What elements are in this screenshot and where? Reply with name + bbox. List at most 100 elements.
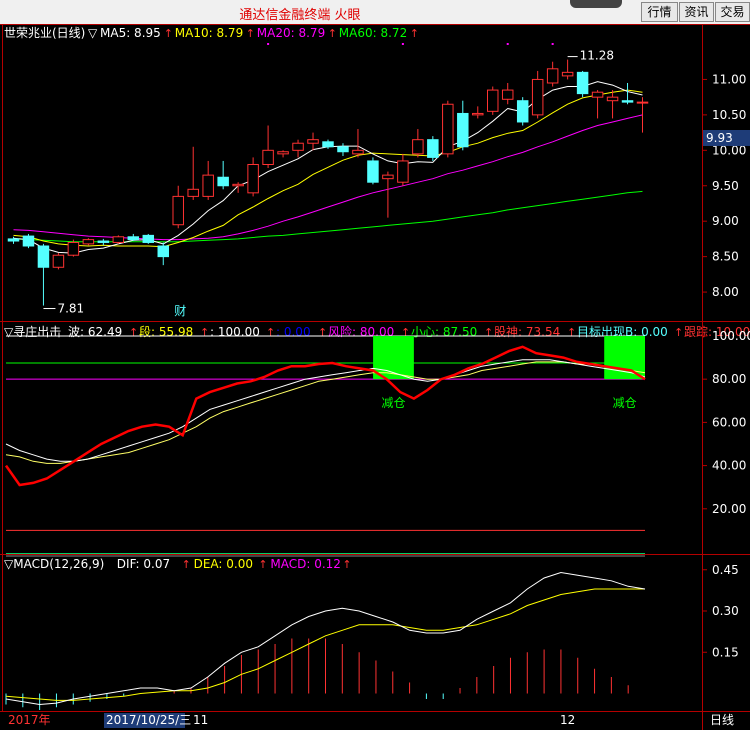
candle-body-down <box>322 141 334 148</box>
candle <box>472 106 484 119</box>
low-price-marker: 7.81 <box>57 302 84 316</box>
candle <box>397 153 409 186</box>
candle-body-up <box>247 163 259 194</box>
candle-body-up <box>412 139 424 155</box>
quotes-button[interactable]: 行情 <box>641 2 678 22</box>
indicator-label-3: : 100.00 <box>210 325 260 339</box>
indicator-label-7: 股神: 73.54 <box>494 325 560 339</box>
candle <box>501 82 514 105</box>
ma-label-2: MA20: 8.79 <box>257 26 325 40</box>
candle <box>247 157 259 197</box>
price-tick-label-3: 9.50 <box>712 179 739 193</box>
candle <box>112 235 125 244</box>
current-price-tag: 9.93 <box>703 130 750 146</box>
candle-body-down <box>97 240 110 243</box>
trade-button[interactable]: 交易 <box>715 2 750 22</box>
month-12-label: 12 <box>560 713 575 727</box>
current-price-text: 9.93 <box>706 131 733 145</box>
price-tick-label-5: 8.50 <box>712 250 739 264</box>
stock-chart[interactable]: 世荣兆业(日线) ▽ MA5: 8.95 ↑ MA10: 8.79 ↑ MA20: 8.… <box>0 24 750 730</box>
candle <box>457 100 469 151</box>
earnings-event-marker[interactable]: 财 <box>174 304 186 318</box>
candle <box>277 150 289 158</box>
candle <box>7 236 20 244</box>
indicator-tick-label-4: 20.00 <box>712 502 746 516</box>
news-button[interactable]: 资讯 <box>679 2 714 22</box>
candle <box>546 61 559 87</box>
candle <box>516 97 529 126</box>
macd-tick-label-0: 0.45 <box>712 563 739 577</box>
candle <box>37 243 50 306</box>
candle-body-down <box>367 160 379 183</box>
candle <box>232 182 244 193</box>
candle-body-up <box>262 149 274 165</box>
candle-body-up <box>397 160 409 183</box>
candle-body-up <box>561 71 574 77</box>
indicator-tick-label-0: 100.00 <box>712 329 750 343</box>
event-dot <box>401 43 404 45</box>
window-title: 通达信金融终端 火眼 <box>239 8 361 23</box>
candle-body-down <box>157 245 169 258</box>
candle <box>217 160 229 190</box>
indicator-label-1: 波: 62.49 <box>68 325 122 339</box>
period-label[interactable]: 日线 <box>710 713 734 727</box>
ma-arrow-icon: ↑ <box>328 27 337 40</box>
event-dot <box>267 43 270 45</box>
candle-body-down <box>127 236 140 241</box>
year-label: 2017年 <box>8 713 51 727</box>
candle <box>157 242 169 266</box>
candle-body-up <box>187 188 199 197</box>
candle <box>531 70 544 119</box>
reduce-position-label-0: 减仓 <box>381 396 405 410</box>
indicator-white-line <box>5 359 646 462</box>
stock-name-label: 世荣兆业(日线) <box>4 26 85 40</box>
candle-body-up <box>52 254 65 268</box>
macd-label-2: DEA: 0.00 <box>194 557 253 571</box>
window-drag-handle[interactable] <box>570 0 622 8</box>
indicator-arrow-icon: ↑ <box>129 326 138 339</box>
candle <box>576 70 589 98</box>
candle <box>82 238 95 246</box>
candle <box>262 125 274 169</box>
candle-body-up <box>636 101 649 104</box>
candle-body-up <box>382 174 394 180</box>
ma-label-0: MA5: 8.95 <box>100 26 161 40</box>
macd-legend: ▽MACD(12,26,9) DIF: 0.07 ↑ DEA: 0.00 ↑ MACD: … <box>4 557 352 571</box>
ma10-line <box>13 89 643 248</box>
candle <box>561 59 574 80</box>
indicator-tick-label-1: 80.00 <box>712 372 746 386</box>
candle <box>367 157 379 185</box>
price-tick-label-1: 10.50 <box>712 108 746 122</box>
candle <box>97 238 110 246</box>
candle <box>337 143 349 156</box>
candle <box>352 129 364 158</box>
macd-label-1: DIF: 0.07 <box>117 557 170 571</box>
ma-label-1: MA10: 8.79 <box>175 26 243 40</box>
macd-histogram <box>5 638 629 710</box>
candle <box>187 146 199 200</box>
ma-legend: MA5: 8.95 ↑ MA10: 8.79 ↑ MA20: 8.79 ↑ MA60: 8.… <box>100 26 419 40</box>
macd-arrow-icon: ↑ <box>258 558 267 571</box>
indicator-arrow-icon: ↑ <box>674 326 683 339</box>
indicator-red-line <box>4 345 646 487</box>
indicator-grid <box>6 335 645 557</box>
event-dot <box>551 43 554 45</box>
candle-body-down <box>142 234 155 243</box>
indicator-lines <box>4 345 646 487</box>
candle-body-up <box>531 78 544 116</box>
candle-body-up <box>352 149 364 155</box>
candle <box>307 132 319 151</box>
collapse-icon[interactable]: ▽ <box>88 26 98 40</box>
candle <box>22 233 35 249</box>
indicator-arrow-icon: ↑ <box>567 326 576 339</box>
candle-body-down <box>7 238 20 242</box>
macd-label-3: MACD: 0.12 <box>270 557 341 571</box>
macd-axis: 0.45 0.30 0.15 <box>702 563 739 659</box>
price-axis: 11.0010.5010.009.509.008.508.00 <box>702 72 746 299</box>
candle-body-up <box>202 174 214 197</box>
candlesticks[interactable] <box>7 43 649 310</box>
indicator-arrow-icon: ↑ <box>484 326 493 339</box>
candle <box>52 253 65 270</box>
candle-body-down <box>337 146 349 153</box>
title-bar: 通达信金融终端 火眼 行情 资讯 交易 <box>0 0 750 25</box>
